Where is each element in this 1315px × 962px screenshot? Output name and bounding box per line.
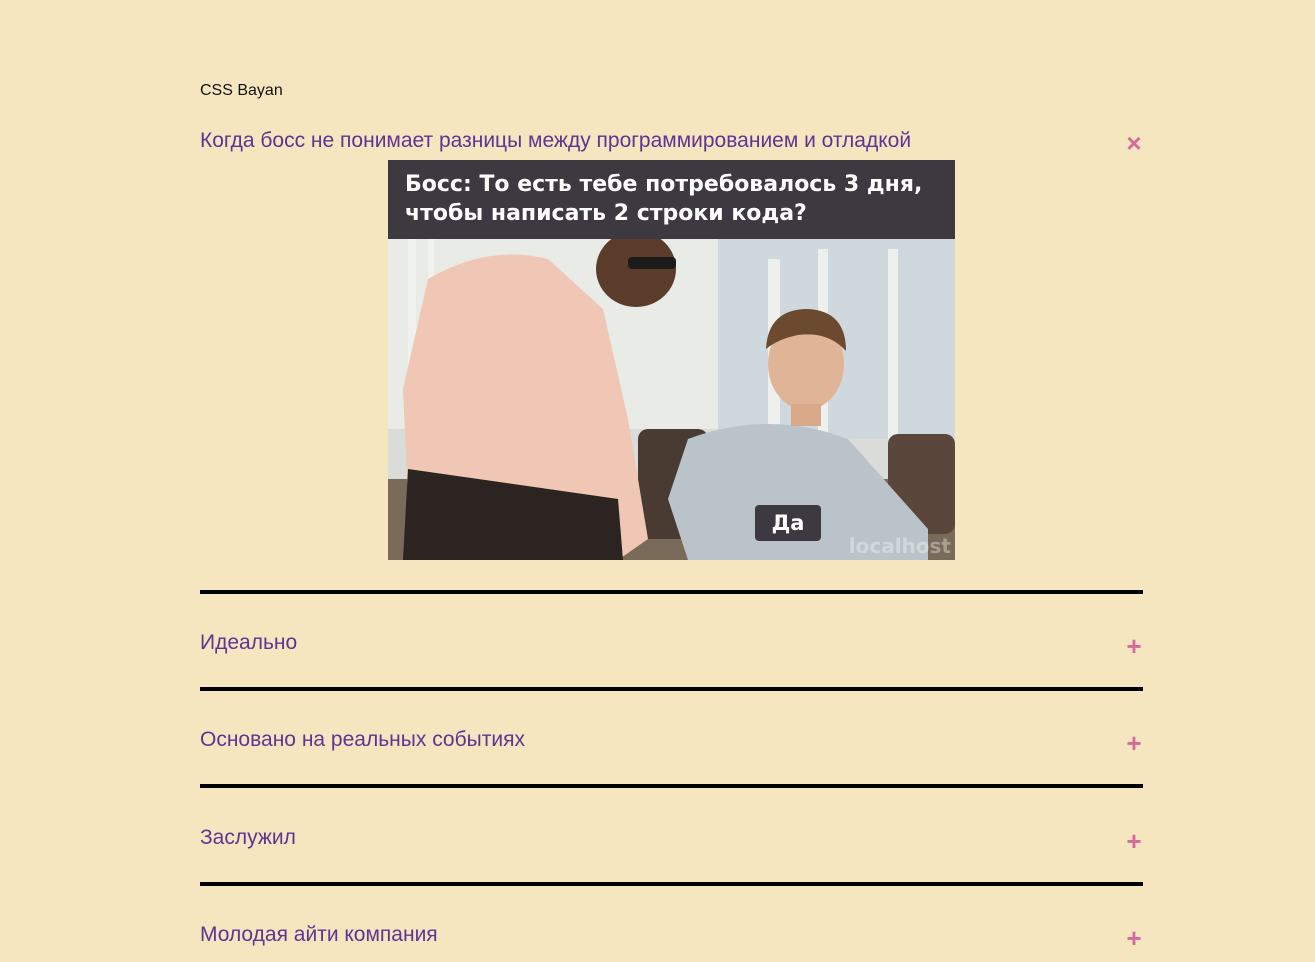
page-title: CSS Bayan bbox=[200, 82, 283, 99]
accordion-divider bbox=[200, 784, 1143, 788]
meme-photo bbox=[388, 239, 955, 560]
close-icon[interactable]: × bbox=[1125, 130, 1143, 156]
accordion-item: Заслужил + bbox=[200, 825, 1143, 865]
accordion-item: Основано на реальных событиях + bbox=[200, 727, 1143, 767]
meme-answer-label: Да bbox=[755, 505, 821, 541]
plus-icon[interactable]: + bbox=[1125, 925, 1143, 951]
meme-watermark: localhost bbox=[848, 534, 951, 558]
accordion-item-label: Заслужил bbox=[200, 826, 296, 849]
plus-icon[interactable]: + bbox=[1125, 828, 1143, 854]
accordion-item-label: Молодая айти компания bbox=[200, 923, 438, 946]
plus-icon[interactable]: + bbox=[1125, 730, 1143, 756]
accordion-header[interactable]: Заслужил + bbox=[200, 825, 1143, 865]
accordion-header[interactable]: Основано на реальных событиях + bbox=[200, 727, 1143, 767]
accordion-divider bbox=[200, 882, 1143, 886]
plus-icon[interactable]: + bbox=[1125, 633, 1143, 659]
accordion-header[interactable]: Молодая айти компания + bbox=[200, 922, 1143, 962]
accordion-item-label: Основано на реальных событиях bbox=[200, 728, 525, 751]
accordion-item: Идеально + bbox=[200, 630, 1143, 670]
accordion-item-label: Идеально bbox=[200, 631, 298, 654]
accordion-item-label: Когда босс не понимает разницы между про… bbox=[200, 129, 912, 152]
meme-caption: Босс: То есть тебе потребовалось 3 дня, … bbox=[388, 160, 955, 239]
accordion-divider bbox=[200, 687, 1143, 691]
accordion-item: Молодая айти компания + bbox=[200, 922, 1143, 962]
accordion-divider bbox=[200, 590, 1143, 594]
meme-image: Босс: То есть тебе потребовалось 3 дня, … bbox=[388, 160, 955, 560]
accordion-header[interactable]: Идеально + bbox=[200, 630, 1143, 670]
